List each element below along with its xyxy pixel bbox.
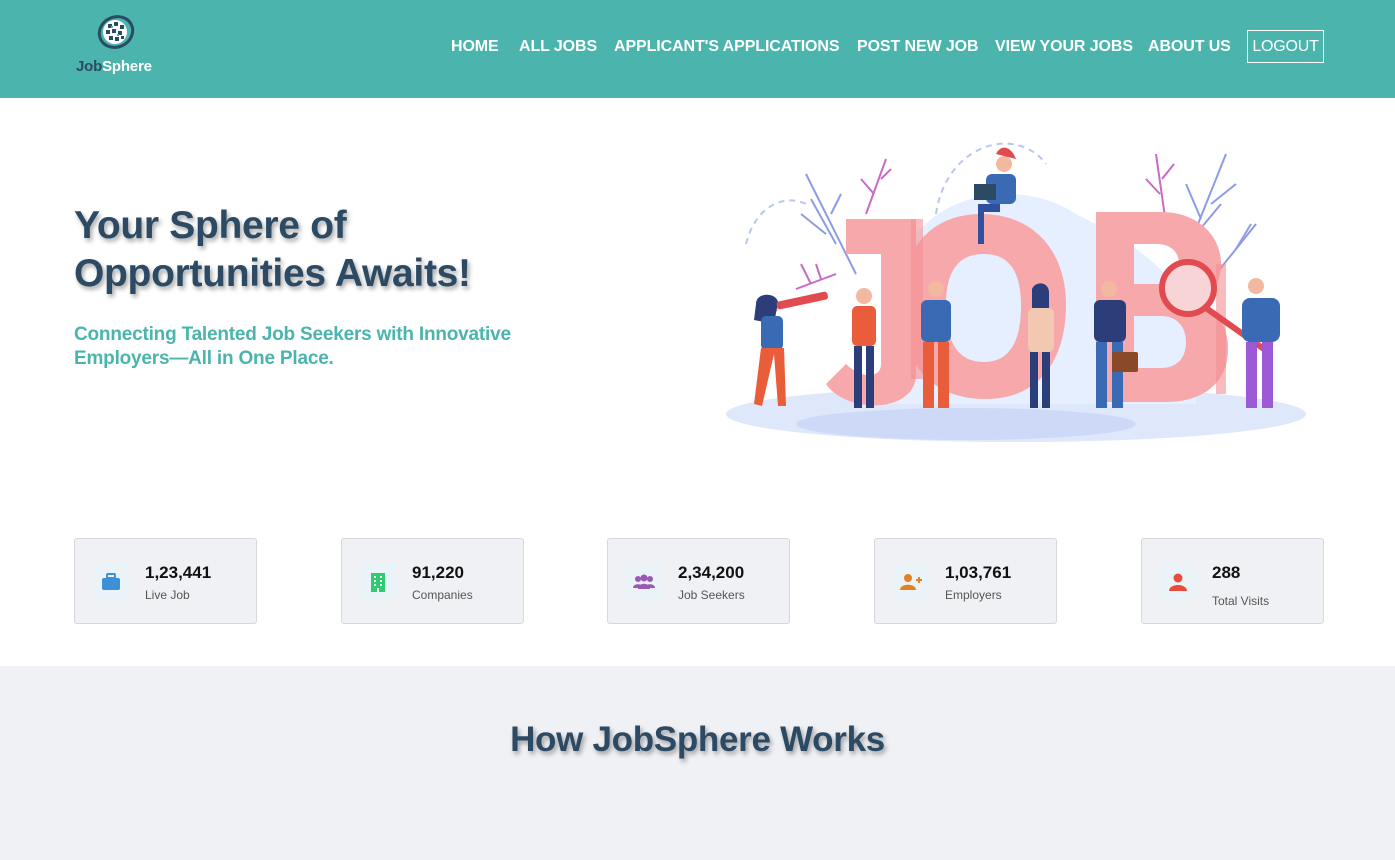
stat-label: Total Visits bbox=[1212, 594, 1270, 608]
building-icon bbox=[360, 564, 396, 600]
stat-value: 288 bbox=[1212, 563, 1241, 582]
stat-value: 1,03,761 bbox=[945, 563, 1012, 582]
user-icon bbox=[1160, 564, 1196, 600]
stat-label: Live Job bbox=[145, 588, 190, 602]
nav-view-your-jobs[interactable]: VIEW YOUR JOBS bbox=[995, 38, 1133, 56]
stat-card-employers: 1,03,761 Employers bbox=[874, 538, 1057, 624]
stat-card-total-visits: 288 Total Visits bbox=[1141, 538, 1324, 624]
hero-title: Your Sphere of Opportunities Awaits! bbox=[74, 202, 554, 298]
nav-all-jobs[interactable]: ALL JOBS bbox=[519, 38, 597, 56]
users-icon bbox=[626, 564, 662, 600]
stat-label: Job Seekers bbox=[678, 588, 745, 602]
stat-card-live-jobs: 1,23,441 Live Job bbox=[74, 538, 257, 624]
stat-value: 1,23,441 bbox=[145, 563, 212, 582]
nav-post-new-job[interactable]: POST NEW JOB bbox=[857, 38, 979, 56]
stat-label: Companies bbox=[412, 588, 473, 602]
job-search-illustration bbox=[726, 142, 1306, 442]
top-navbar: JobSphere HOME ALL JOBS APPLICANT'S APPL… bbox=[0, 0, 1395, 98]
nav-applicants-applications[interactable]: APPLICANT'S APPLICATIONS bbox=[614, 38, 840, 56]
hero-title-line1: Your Sphere of bbox=[74, 204, 347, 247]
main-nav: HOME ALL JOBS APPLICANT'S APPLICATIONS P… bbox=[0, 30, 1395, 64]
stat-value: 2,34,200 bbox=[678, 563, 745, 582]
stat-label: Employers bbox=[945, 588, 1002, 602]
user-plus-icon bbox=[893, 564, 929, 600]
stat-card-companies: 91,220 Companies bbox=[341, 538, 524, 624]
nav-home[interactable]: HOME bbox=[451, 38, 499, 56]
stat-card-job-seekers: 2,34,200 Job Seekers bbox=[607, 538, 790, 624]
briefcase-icon bbox=[93, 564, 129, 600]
nav-about-us[interactable]: ABOUT US bbox=[1148, 38, 1231, 56]
logout-button[interactable]: LOGOUT bbox=[1247, 30, 1324, 63]
stat-value: 91,220 bbox=[412, 563, 464, 582]
hero-subtitle: Connecting Talented Job Seekers with Inn… bbox=[74, 324, 511, 369]
how-it-works-title: How JobSphere Works bbox=[510, 720, 885, 759]
how-it-works-section: How JobSphere Works bbox=[0, 666, 1395, 860]
hero-title-line2: Opportunities Awaits! bbox=[74, 252, 471, 295]
